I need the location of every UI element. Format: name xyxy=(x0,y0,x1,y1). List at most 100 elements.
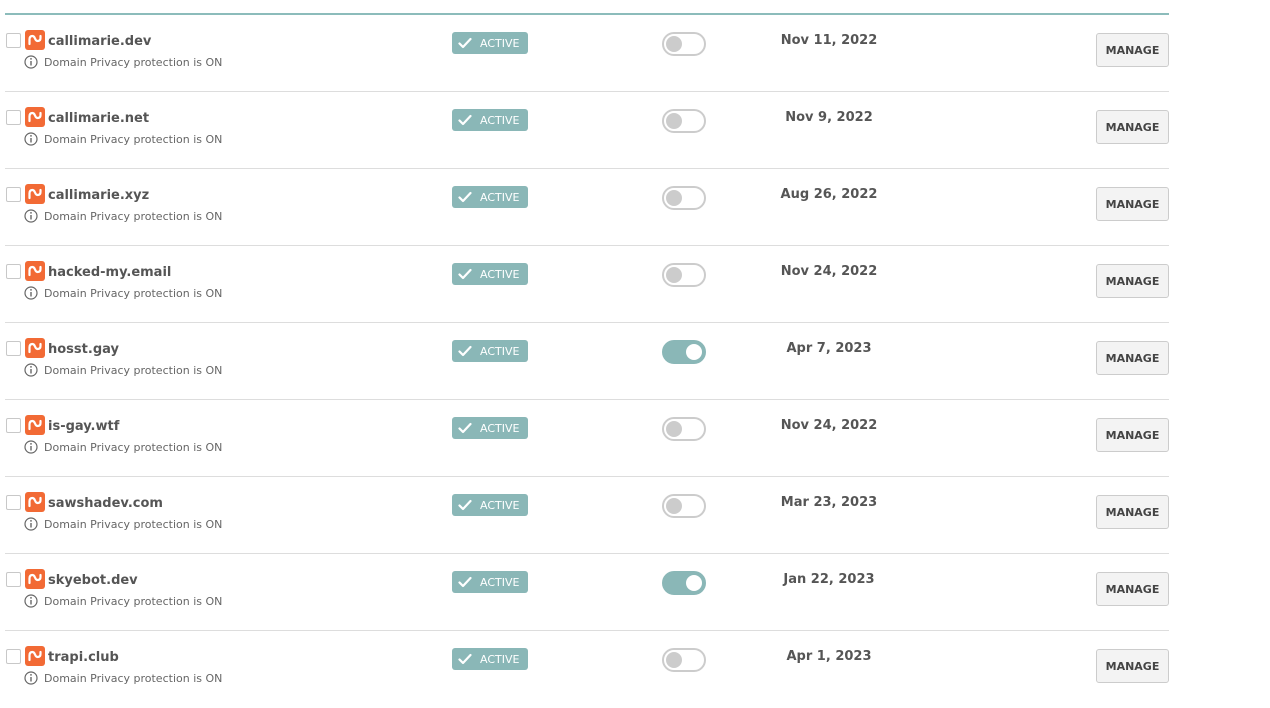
namecheap-logo-icon xyxy=(25,569,45,589)
domain-name-link[interactable]: hacked-my.email xyxy=(48,265,171,280)
manage-button[interactable]: MANAGE xyxy=(1096,33,1169,67)
auto-renew-toggle[interactable] xyxy=(662,648,706,672)
manage-button[interactable]: MANAGE xyxy=(1096,341,1169,375)
auto-renew-toggle[interactable] xyxy=(662,109,706,133)
domain-name-link[interactable]: callimarie.xyz xyxy=(48,188,149,203)
status-badge: ACTIVE xyxy=(452,263,528,285)
domain-row: callimarie.dev Domain Privacy protection… xyxy=(5,15,1169,92)
privacy-info: Domain Privacy protection is ON xyxy=(24,363,222,377)
manage-button[interactable]: MANAGE xyxy=(1096,495,1169,529)
privacy-text: Domain Privacy protection is ON xyxy=(44,55,223,69)
privacy-info: Domain Privacy protection is ON xyxy=(24,132,222,146)
privacy-text: Domain Privacy protection is ON xyxy=(44,363,223,377)
privacy-info: Domain Privacy protection is ON xyxy=(24,671,222,685)
domain-name-link[interactable]: sawshadev.com xyxy=(48,496,163,511)
manage-button[interactable]: MANAGE xyxy=(1096,418,1169,452)
domain-row: callimarie.xyz Domain Privacy protection… xyxy=(5,169,1169,246)
auto-renew-toggle[interactable] xyxy=(662,571,706,595)
manage-button[interactable]: MANAGE xyxy=(1096,110,1169,144)
auto-renew-toggle[interactable] xyxy=(662,340,706,364)
status-label: ACTIVE xyxy=(480,498,520,512)
status-label: ACTIVE xyxy=(480,267,520,281)
status-badge: ACTIVE xyxy=(452,340,528,362)
select-checkbox[interactable] xyxy=(6,495,21,510)
toggle-knob xyxy=(666,267,682,283)
auto-renew-toggle[interactable] xyxy=(662,32,706,56)
select-checkbox[interactable] xyxy=(6,649,21,664)
info-icon[interactable] xyxy=(24,363,38,377)
info-icon[interactable] xyxy=(24,286,38,300)
select-checkbox[interactable] xyxy=(6,418,21,433)
expiration-date: Apr 1, 2023 xyxy=(786,649,872,664)
select-checkbox[interactable] xyxy=(6,110,21,125)
select-checkbox[interactable] xyxy=(6,33,21,48)
privacy-info: Domain Privacy protection is ON xyxy=(24,55,222,69)
namecheap-logo-icon xyxy=(25,646,45,666)
expiration-date: Nov 24, 2022 xyxy=(780,418,878,433)
domain-name-link[interactable]: trapi.club xyxy=(48,650,119,665)
toggle-knob xyxy=(666,36,682,52)
check-icon xyxy=(458,576,472,588)
info-icon[interactable] xyxy=(24,132,38,146)
privacy-info: Domain Privacy protection is ON xyxy=(24,517,222,531)
domain-name-link[interactable]: callimarie.dev xyxy=(48,34,151,49)
select-checkbox[interactable] xyxy=(6,264,21,279)
domain-row: hacked-my.email Domain Privacy protectio… xyxy=(5,246,1169,323)
namecheap-logo-icon xyxy=(25,184,45,204)
domain-row: callimarie.net Domain Privacy protection… xyxy=(5,92,1169,169)
domain-row: trapi.club Domain Privacy protection is … xyxy=(5,631,1169,708)
check-icon xyxy=(458,422,472,434)
check-icon xyxy=(458,653,472,665)
info-icon[interactable] xyxy=(24,55,38,69)
domain-row: hosst.gay Domain Privacy protection is O… xyxy=(5,323,1169,400)
manage-button[interactable]: MANAGE xyxy=(1096,264,1169,298)
select-checkbox[interactable] xyxy=(6,187,21,202)
privacy-text: Domain Privacy protection is ON xyxy=(44,209,223,223)
toggle-knob xyxy=(666,498,682,514)
check-icon xyxy=(458,114,472,126)
manage-button[interactable]: MANAGE xyxy=(1096,649,1169,683)
namecheap-logo-icon xyxy=(25,107,45,127)
domain-name-link[interactable]: skyebot.dev xyxy=(48,573,138,588)
domain-name-link[interactable]: callimarie.net xyxy=(48,111,149,126)
privacy-info: Domain Privacy protection is ON xyxy=(24,209,222,223)
domain-row: is-gay.wtf Domain Privacy protection is … xyxy=(5,400,1169,477)
check-icon xyxy=(458,499,472,511)
info-icon[interactable] xyxy=(24,594,38,608)
manage-button[interactable]: MANAGE xyxy=(1096,187,1169,221)
domain-name-link[interactable]: is-gay.wtf xyxy=(48,419,119,434)
status-label: ACTIVE xyxy=(480,190,520,204)
status-badge: ACTIVE xyxy=(452,186,528,208)
privacy-text: Domain Privacy protection is ON xyxy=(44,440,223,454)
domain-list: callimarie.dev Domain Privacy protection… xyxy=(5,13,1169,708)
domain-row: skyebot.dev Domain Privacy protection is… xyxy=(5,554,1169,631)
auto-renew-toggle[interactable] xyxy=(662,186,706,210)
expiration-date: Nov 9, 2022 xyxy=(785,110,873,125)
expiration-date: Aug 26, 2022 xyxy=(780,187,878,202)
expiration-date: Jan 22, 2023 xyxy=(783,572,875,587)
select-checkbox[interactable] xyxy=(6,341,21,356)
expiration-date: Apr 7, 2023 xyxy=(786,341,872,356)
domain-name-link[interactable]: hosst.gay xyxy=(48,342,119,357)
info-icon[interactable] xyxy=(24,209,38,223)
status-label: ACTIVE xyxy=(480,652,520,666)
auto-renew-toggle[interactable] xyxy=(662,494,706,518)
status-label: ACTIVE xyxy=(480,113,520,127)
info-icon[interactable] xyxy=(24,671,38,685)
manage-button[interactable]: MANAGE xyxy=(1096,572,1169,606)
check-icon xyxy=(458,37,472,49)
info-icon[interactable] xyxy=(24,440,38,454)
privacy-text: Domain Privacy protection is ON xyxy=(44,671,223,685)
auto-renew-toggle[interactable] xyxy=(662,263,706,287)
toggle-knob xyxy=(666,190,682,206)
auto-renew-toggle[interactable] xyxy=(662,417,706,441)
check-icon xyxy=(458,345,472,357)
toggle-knob xyxy=(686,575,702,591)
select-checkbox[interactable] xyxy=(6,572,21,587)
domain-row: sawshadev.com Domain Privacy protection … xyxy=(5,477,1169,554)
toggle-knob xyxy=(666,421,682,437)
privacy-info: Domain Privacy protection is ON xyxy=(24,286,222,300)
expiration-date: Nov 24, 2022 xyxy=(780,264,878,279)
status-label: ACTIVE xyxy=(480,36,520,50)
info-icon[interactable] xyxy=(24,517,38,531)
